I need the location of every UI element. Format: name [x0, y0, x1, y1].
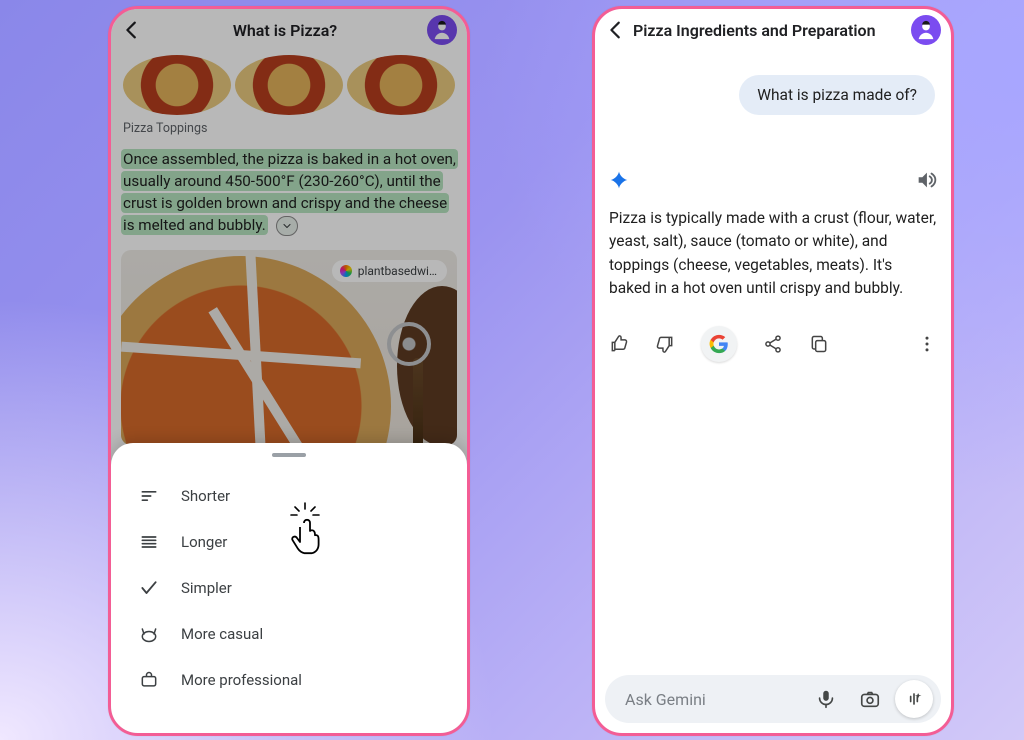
- page-title-left: What is Pizza?: [143, 21, 427, 40]
- avatar[interactable]: [911, 15, 941, 45]
- cursor-overlay: [283, 501, 329, 555]
- thumbs-down-icon[interactable]: [655, 334, 675, 354]
- speaker-icon[interactable]: [915, 169, 937, 191]
- image-pizza-toppings: [121, 51, 457, 117]
- header-right: Pizza Ingredients and Preparation: [595, 9, 951, 51]
- header-left: What is Pizza?: [111, 9, 467, 51]
- instagram-icon: [340, 265, 352, 277]
- response-block: Pizza is typically made with a crust (fl…: [595, 115, 951, 362]
- image-credit-chip[interactable]: plantbasedwi…: [332, 260, 447, 282]
- back-icon[interactable]: [121, 19, 143, 41]
- share-icon[interactable]: [763, 334, 783, 354]
- shorter-icon: [139, 486, 159, 506]
- sheet-item-simpler[interactable]: Simpler: [111, 565, 467, 611]
- highlighted-paragraph[interactable]: Once assembled, the pizza is baked in a …: [121, 148, 457, 236]
- expand-icon[interactable]: [276, 216, 298, 236]
- mic-icon[interactable]: [807, 680, 845, 718]
- more-icon[interactable]: [917, 334, 937, 354]
- longer-icon: [139, 532, 159, 552]
- caption-pizza-toppings: Pizza Toppings: [121, 117, 457, 146]
- sheet-item-more-professional[interactable]: More professional: [111, 657, 467, 703]
- thumbs-up-icon[interactable]: [609, 334, 629, 354]
- phone-right: Pizza Ingredients and Preparation What i…: [592, 6, 954, 736]
- assistant-response: Pizza is typically made with a crust (fl…: [609, 207, 937, 300]
- user-message[interactable]: What is pizza made of?: [739, 75, 935, 115]
- casual-icon: [139, 624, 159, 644]
- sheet-grabber[interactable]: [272, 453, 306, 457]
- response-actions: [609, 326, 937, 362]
- sheet-item-more-casual[interactable]: More casual: [111, 611, 467, 657]
- copy-icon[interactable]: [809, 334, 829, 354]
- avatar[interactable]: [427, 15, 457, 45]
- phone-left: What is Pizza? Pizza Toppings Once assem…: [108, 6, 470, 736]
- professional-icon: [139, 670, 159, 690]
- gemini-spark-icon: [609, 170, 629, 190]
- bottom-sheet[interactable]: Shorter Longer Simpler More casual More …: [111, 443, 467, 733]
- chat-area: What is pizza made of?: [595, 51, 951, 115]
- prompt-input[interactable]: Ask Gemini: [605, 675, 941, 723]
- live-icon[interactable]: [895, 680, 933, 718]
- simpler-icon: [139, 578, 159, 598]
- page-title-right: Pizza Ingredients and Preparation: [633, 21, 911, 40]
- back-icon[interactable]: [605, 19, 627, 41]
- article-body: Pizza Toppings Once assembled, the pizza…: [111, 51, 467, 476]
- prompt-placeholder: Ask Gemini: [625, 690, 801, 709]
- camera-icon[interactable]: [851, 680, 889, 718]
- google-search-button[interactable]: [701, 326, 737, 362]
- image-baked-pizza: plantbasedwi…: [121, 250, 457, 445]
